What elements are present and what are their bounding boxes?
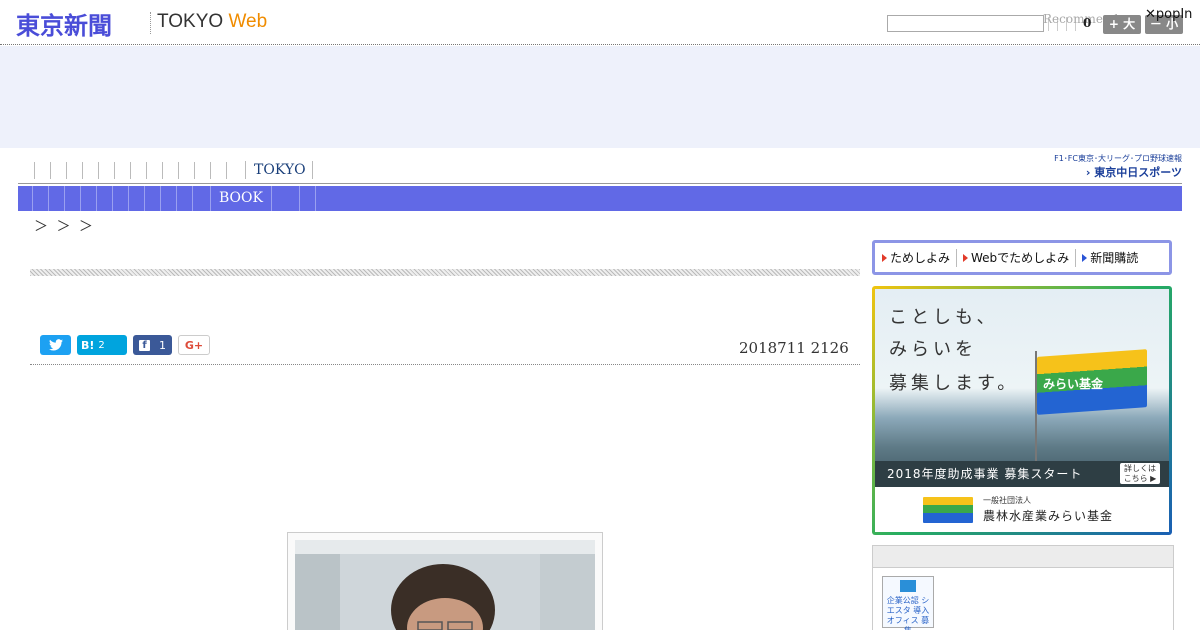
- tokyo-web-logo-text: TOKYO: [157, 11, 224, 32]
- article-title-rule: [30, 269, 860, 276]
- recommend-count: 0: [1083, 16, 1092, 30]
- ad-caption-text: 2018年度助成事業 募集スタート: [887, 467, 1083, 481]
- share-buttons: B! 2 f 1 G+: [40, 335, 210, 355]
- tab-subscribe[interactable]: 新聞購読: [1082, 249, 1144, 267]
- nav-item[interactable]: [178, 162, 194, 179]
- breadcrumb[interactable]: ＞ ＞ ＞: [34, 216, 95, 236]
- tab-label: ためしよみ: [890, 251, 951, 265]
- tokyo-shimbun-logo[interactable]: 東京新聞: [16, 6, 112, 41]
- ad-headline-line2: みらいを: [889, 339, 977, 360]
- facebook-count: 1: [159, 338, 166, 352]
- arrow-right-icon: [882, 253, 887, 262]
- section-nav: BOOK: [18, 186, 1182, 211]
- tab-tameshiyomi[interactable]: ためしよみ: [882, 248, 958, 267]
- mirai-fund-logo-icon: [923, 497, 973, 523]
- section-nav-item[interactable]: [112, 186, 128, 211]
- article-photo-frame: [287, 532, 603, 630]
- section-nav-items: [32, 186, 208, 211]
- nav-item[interactable]: [130, 162, 146, 179]
- section-nav-item[interactable]: [176, 186, 192, 211]
- sidebar-box: 企業公認 シエスタ 導入オフィス 募集: [872, 545, 1174, 630]
- primary-nav-items: [34, 162, 242, 179]
- hatena-count: 2: [98, 339, 105, 351]
- font-size-large-button[interactable]: + 大: [1103, 15, 1141, 34]
- tab-label: Webでためしよみ: [971, 251, 1070, 265]
- ad-flag-text: みらい基金: [1043, 377, 1104, 391]
- section-nav-item-book[interactable]: BOOK: [210, 186, 272, 211]
- article-divider: [30, 364, 860, 365]
- logo-divider: [150, 12, 151, 34]
- ad-org-name: 農林水産業みらい基金: [983, 509, 1114, 523]
- article-photo[interactable]: [295, 540, 595, 630]
- arrow-right-icon: [963, 253, 969, 262]
- section-nav-item[interactable]: [48, 186, 64, 211]
- section-nav-item[interactable]: [284, 186, 300, 211]
- nav-item[interactable]: [66, 162, 82, 179]
- photo-person: [295, 540, 595, 630]
- arrow-right-icon: [1082, 253, 1088, 262]
- hatena-bookmark-button[interactable]: B! 2: [77, 335, 127, 355]
- section-nav-item[interactable]: [160, 186, 176, 211]
- ad-org-type: 一般社団法人: [983, 496, 1031, 505]
- siesta-badge[interactable]: 企業公認 シエスタ 導入オフィス 募集: [882, 576, 934, 630]
- hatena-icon: B!: [81, 338, 95, 352]
- section-nav-item[interactable]: [64, 186, 80, 211]
- sidebar-box-header: [873, 546, 1173, 568]
- site-header: 東京新聞 TOKYO Web Recommend 0 + 大 － 小 ✕popI…: [0, 0, 1200, 45]
- chunichi-sports-logo: › 東京中日スポーツ: [1085, 166, 1182, 179]
- nav-item[interactable]: [194, 162, 210, 179]
- ad-headline-line1: ことしも、: [889, 307, 999, 328]
- facebook-share-button[interactable]: f 1: [133, 335, 172, 355]
- twitter-icon: [48, 339, 63, 351]
- search-input[interactable]: [887, 15, 1044, 32]
- section-nav-item[interactable]: [32, 186, 48, 211]
- section-nav-tail-items: [284, 186, 316, 211]
- ad-headline-line3: 募集します。: [889, 373, 1020, 394]
- nav-item[interactable]: [98, 162, 114, 179]
- section-nav-item[interactable]: [300, 186, 316, 211]
- nav-item[interactable]: [114, 162, 130, 179]
- tokyo-web-logo[interactable]: TOKYO Web: [157, 11, 267, 33]
- article-date: 2018711 2126: [739, 339, 849, 357]
- siesta-badge-text: 企業公認 シエスタ 導入オフィス 募集: [886, 596, 930, 630]
- nav-item[interactable]: [34, 162, 50, 179]
- section-nav-item[interactable]: [192, 186, 208, 211]
- section-nav-item[interactable]: [144, 186, 160, 211]
- nav-item-tokyo[interactable]: TOKYO: [245, 161, 313, 179]
- popin-close-button[interactable]: ✕popIn: [1145, 7, 1192, 22]
- subscription-tabs: ためしよみ Webでためしよみ 新聞購読: [872, 240, 1172, 275]
- nav-item[interactable]: [146, 162, 162, 179]
- primary-nav: TOKYO F1･FC東京･大リーグ･プロ野球速報 › 東京中日スポーツ: [18, 154, 1182, 184]
- nav-item[interactable]: [162, 162, 178, 179]
- section-nav-item[interactable]: [80, 186, 96, 211]
- mirai-fund-ad[interactable]: ことしも、 みらいを 募集します。 みらい基金 2018年度助成事業 募集スター…: [872, 286, 1172, 535]
- top-ad-banner: [0, 46, 1200, 148]
- tab-label: 新聞購読: [1090, 251, 1139, 265]
- tab-web-tameshiyomi[interactable]: Webでためしよみ: [963, 248, 1077, 267]
- google-plus-share-button[interactable]: G+: [178, 335, 210, 355]
- chunichi-sports-tagline: F1･FC東京･大リーグ･プロ野球速報: [1054, 154, 1182, 163]
- chunichi-sports-link[interactable]: F1･FC東京･大リーグ･プロ野球速報 › 東京中日スポーツ: [1054, 153, 1182, 180]
- twitter-share-button[interactable]: [40, 335, 71, 355]
- nav-item[interactable]: [82, 162, 98, 179]
- ad-details-button[interactable]: 詳しくは こちら ▶: [1120, 463, 1160, 484]
- nav-item[interactable]: [226, 162, 242, 179]
- section-nav-item[interactable]: [96, 186, 112, 211]
- siesta-icon: [900, 580, 916, 592]
- nav-item[interactable]: [50, 162, 66, 179]
- facebook-icon: f: [139, 339, 150, 351]
- nav-item[interactable]: [210, 162, 226, 179]
- tokyo-web-logo-web: Web: [228, 11, 268, 32]
- section-nav-item[interactable]: [128, 186, 144, 211]
